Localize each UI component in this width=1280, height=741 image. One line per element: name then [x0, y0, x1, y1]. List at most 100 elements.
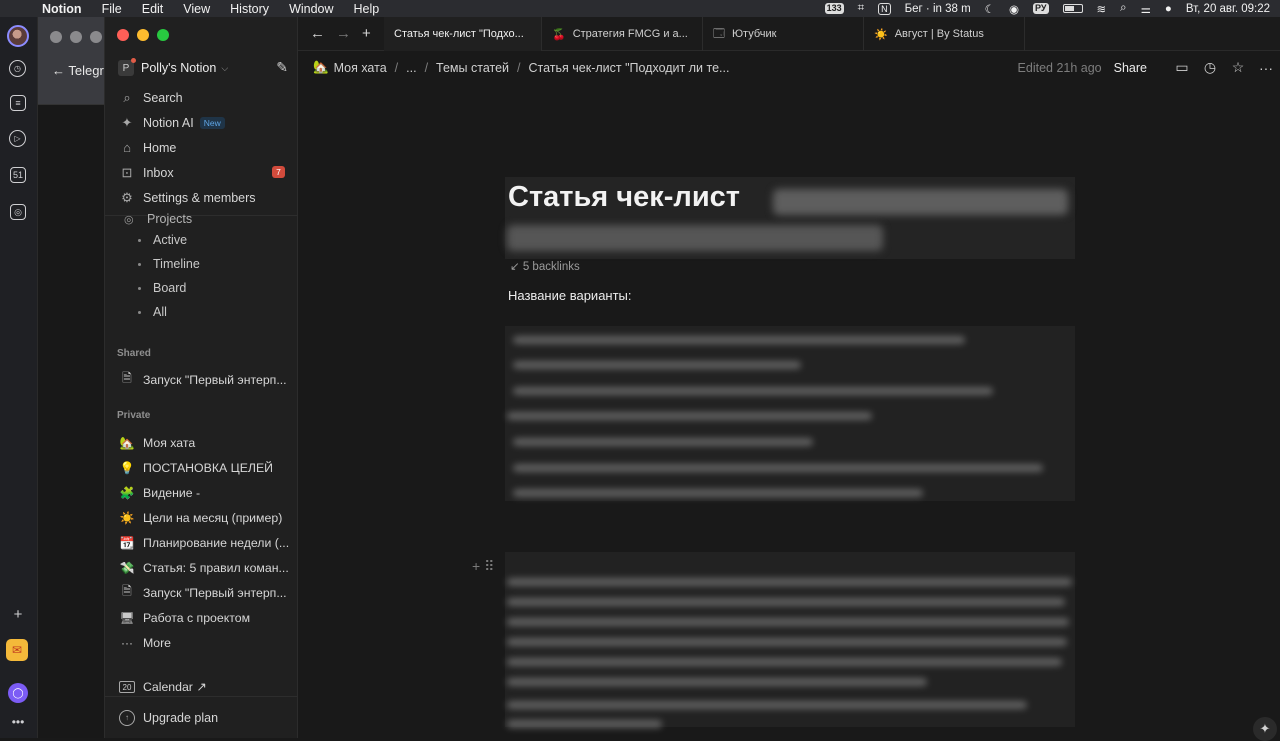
breadcrumb-root[interactable]: Моя хата — [334, 61, 387, 75]
sidebar-view-all[interactable]: All — [105, 300, 298, 324]
notion-menu-icon[interactable]: N — [878, 2, 891, 15]
clock-datetime[interactable]: Вт, 20 авг. 09:22 — [1186, 3, 1270, 15]
star-icon[interactable]: ☆ — [1231, 59, 1245, 76]
clock-icon[interactable]: ◷ — [9, 60, 26, 77]
sidebar-item-inbox[interactable]: ⊡ Inbox 7 — [105, 160, 298, 185]
sidebar-page[interactable]: 🖥 Работа с проектом — [105, 605, 298, 630]
page-topbar: 🏡 Моя хата / ... / Темы статей / Статья … — [298, 51, 1280, 83]
menu-history[interactable]: History — [230, 2, 269, 16]
breadcrumb-parent[interactable]: Темы статей — [436, 61, 509, 75]
menu-file[interactable]: File — [102, 2, 122, 16]
sidebar-item-notion-ai[interactable]: ✦ Notion AI New — [105, 110, 298, 135]
blurred-line — [513, 438, 813, 446]
telegram-window: ← Telegr — [38, 17, 108, 738]
calendar-day-icon[interactable]: 51 — [10, 167, 26, 183]
battery-icon[interactable] — [1062, 4, 1083, 13]
breadcrumb: 🏡 Моя хата / ... / Темы статей / Статья … — [313, 60, 730, 75]
breadcrumb-ellipsis[interactable]: ... — [406, 61, 416, 75]
page-icon: 🗎 — [122, 371, 132, 385]
monitor-icon: 🖥 — [119, 610, 135, 625]
grid-menu-icon[interactable]: ⌗ — [858, 2, 864, 15]
control-center-icon[interactable]: ⚌ — [1141, 2, 1151, 16]
tab-august[interactable]: ☀️ Август | By Status — [864, 17, 1025, 51]
shared-section-label: Shared — [117, 348, 151, 359]
sidebar-view-board[interactable]: Board — [105, 276, 298, 300]
sidebar-page-shared[interactable]: 🗎 Запуск "Первый энтерп... — [105, 367, 298, 392]
sidebar-item-search[interactable]: ⌕ Search — [105, 85, 298, 110]
sidebar-page[interactable]: 🏡 Моя хата — [105, 430, 298, 455]
tab-fmcg[interactable]: 🍒 Стратегия FMCG и а... — [542, 17, 703, 51]
menu-view[interactable]: View — [183, 2, 210, 16]
house-icon: 🏡 — [313, 60, 329, 74]
comments-icon[interactable]: ▭ — [1175, 59, 1189, 76]
camera-icon[interactable]: ◎ — [10, 204, 26, 220]
run-timer[interactable]: Бег · in 38 m — [905, 3, 971, 15]
upgrade-plan-button[interactable]: ↑ Upgrade plan — [105, 696, 298, 738]
block-drag-handle[interactable]: + ⠿ — [472, 558, 494, 575]
breadcrumb-current[interactable]: Статья чек-лист "Подходит ли те... — [529, 61, 730, 75]
blurred-line — [507, 618, 1069, 626]
stories-icon[interactable]: ≡ — [10, 95, 26, 111]
menu-window[interactable]: Window — [289, 2, 333, 16]
tab-current[interactable]: Статья чек-лист "Подхо... — [384, 17, 542, 51]
moon-icon[interactable]: ☾ — [985, 2, 995, 16]
money-icon: 💸 — [119, 560, 135, 575]
history-icon[interactable]: ◷ — [1203, 59, 1217, 76]
add-icon[interactable]: + — [7, 603, 29, 625]
forward-arrow-icon[interactable]: → — [336, 25, 351, 42]
menu-help[interactable]: Help — [354, 2, 380, 16]
sidebar-view-active[interactable]: Active — [105, 228, 298, 252]
window-controls — [117, 29, 169, 41]
assistant-icon[interactable]: ◯ — [8, 683, 28, 703]
sidebar-item-projects[interactable]: ◎ Projects — [105, 210, 298, 228]
sun-icon: ☀️ — [874, 28, 888, 41]
workspace-switcher[interactable]: P Polly's Notion ⌵ ✎ — [118, 58, 288, 78]
play-icon[interactable]: ▷ — [9, 130, 26, 147]
sidebar-more-button[interactable]: ··· More — [105, 630, 298, 655]
sidebar-item-home[interactable]: ⌂ Home — [105, 135, 298, 160]
minimize-window-button[interactable] — [137, 29, 149, 41]
page-title-text: Статья чек-лист — [508, 181, 740, 213]
telegram-back-button[interactable]: ← Telegr — [52, 63, 104, 78]
input-language[interactable]: РУ — [1033, 3, 1049, 14]
sidebar: P Polly's Notion ⌵ ✎ ⌕ Search ✦ Notion A… — [105, 17, 298, 738]
sidebar-page[interactable]: 🗎 Запуск "Первый энтерп... — [105, 580, 298, 605]
target-icon: ◎ — [124, 213, 134, 226]
sidebar-view-timeline[interactable]: Timeline — [105, 252, 298, 276]
status-badge-icon[interactable]: 133 — [824, 3, 844, 14]
tab-bar: ← → + Статья чек-лист "Подхо... 🍒 Страте… — [298, 17, 1280, 51]
spotlight-search-icon[interactable]: ⌕ — [1120, 2, 1126, 15]
notion-ai-sparkle-button[interactable]: ✦ — [1253, 717, 1277, 741]
sidebar-page[interactable]: 📆 Планирование недели (... — [105, 530, 298, 555]
siri-icon[interactable]: ● — [1165, 3, 1172, 15]
tab-youtube[interactable]: 🗔 Ютубчик — [703, 17, 864, 51]
close-window-button[interactable] — [117, 29, 129, 41]
menu-app-name[interactable]: Notion — [42, 2, 82, 16]
sidebar-page[interactable]: 💸 Статья: 5 правил коман... — [105, 555, 298, 580]
mail-app-icon[interactable]: ✉ — [6, 639, 28, 661]
new-page-icon[interactable]: ✎ — [276, 59, 288, 76]
more-dots-icon[interactable]: ••• — [7, 711, 29, 733]
blurred-line — [507, 720, 662, 728]
blurred-line — [513, 336, 965, 344]
more-dots-icon: ··· — [121, 635, 133, 650]
more-options-icon[interactable]: ··· — [1259, 60, 1273, 76]
new-tab-icon[interactable]: + — [362, 25, 376, 42]
sidebar-page[interactable]: 💡 ПОСТАНОВКА ЦЕЛЕЙ — [105, 455, 298, 480]
page-title[interactable]: Статья чек-лист — [505, 177, 1075, 259]
menu-edit[interactable]: Edit — [142, 2, 164, 16]
share-button[interactable]: Share — [1114, 61, 1147, 75]
wifi-icon[interactable]: ≋ — [1097, 2, 1107, 16]
home-icon: ⌂ — [123, 140, 131, 155]
back-arrow-icon[interactable]: ← — [310, 25, 325, 42]
sidebar-page[interactable]: ☀️ Цели на месяц (пример) — [105, 505, 298, 530]
backlinks-link[interactable]: ↙ 5 backlinks — [510, 259, 580, 273]
workspace-icon: P — [118, 58, 136, 76]
play-circle-icon[interactable]: ◉ — [1009, 2, 1019, 16]
blurred-title-part — [773, 189, 1068, 215]
zoom-window-button[interactable] — [157, 29, 169, 41]
user-avatar[interactable] — [7, 25, 29, 47]
sidebar-item-settings[interactable]: ⚙ Settings & members — [105, 185, 298, 210]
sidebar-page[interactable]: 🧩 Видение - — [105, 480, 298, 505]
macos-menubar: Notion File Edit View History Window Hel… — [0, 0, 1280, 17]
